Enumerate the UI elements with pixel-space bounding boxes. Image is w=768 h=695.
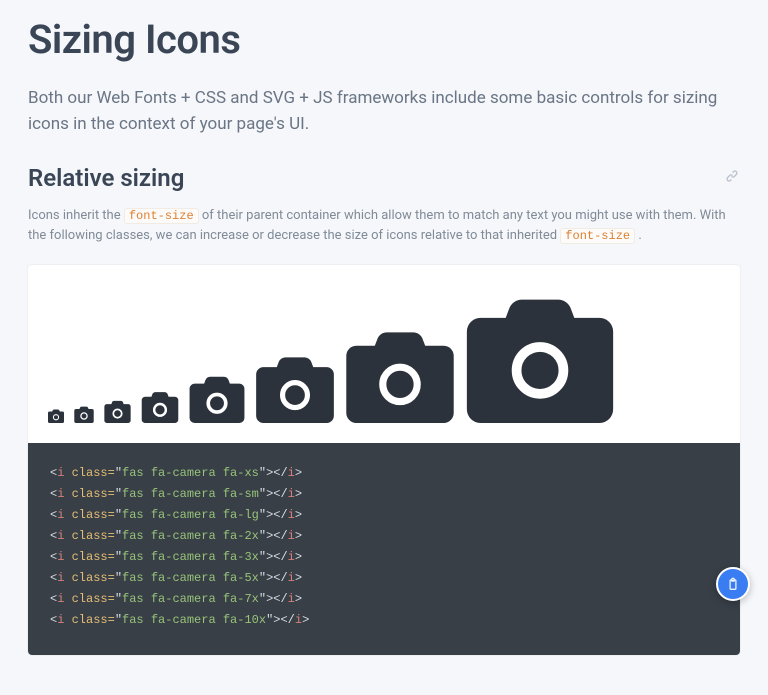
intro-paragraph: Both our Web Fonts + CSS and SVG + JS fr…	[28, 85, 740, 138]
section-heading: Relative sizing	[28, 164, 184, 192]
page-title: Sizing Icons	[28, 16, 740, 63]
desc-text: .	[638, 228, 641, 243]
anchor-link-icon[interactable]	[724, 168, 740, 188]
camera-icon	[189, 375, 245, 423]
camera-icon	[104, 400, 131, 423]
inline-code: font-size	[124, 208, 199, 224]
code-line: <i class="fas fa-camera fa-3x"></i>	[50, 547, 718, 568]
code-line: <i class="fas fa-camera fa-xs"></i>	[50, 463, 718, 484]
camera-icon	[74, 406, 94, 423]
code-line: <i class="fas fa-camera fa-5x"></i>	[50, 568, 718, 589]
camera-icon	[141, 391, 179, 423]
icon-demo-row	[28, 265, 740, 443]
code-line: <i class="fas fa-camera fa-7x"></i>	[50, 589, 718, 610]
code-block: <i class="fas fa-camera fa-xs"></i><i cl…	[28, 443, 740, 655]
code-line: <i class="fas fa-camera fa-sm"></i>	[50, 484, 718, 505]
desc-text: Icons inherit the	[28, 208, 124, 223]
section-description: Icons inherit the font-size of their par…	[28, 206, 740, 248]
camera-icon	[48, 409, 64, 423]
code-line: <i class="fas fa-camera fa-10x"></i>	[50, 610, 718, 631]
clipboard-fab[interactable]	[716, 567, 750, 601]
code-line: <i class="fas fa-camera fa-lg"></i>	[50, 505, 718, 526]
clipboard-icon	[726, 577, 740, 591]
example-panel: <i class="fas fa-camera fa-xs"></i><i cl…	[28, 265, 740, 655]
inline-code: font-size	[560, 228, 635, 244]
camera-icon	[465, 295, 615, 423]
code-line: <i class="fas fa-camera fa-2x"></i>	[50, 526, 718, 547]
camera-icon	[255, 355, 335, 423]
camera-icon	[345, 329, 455, 423]
